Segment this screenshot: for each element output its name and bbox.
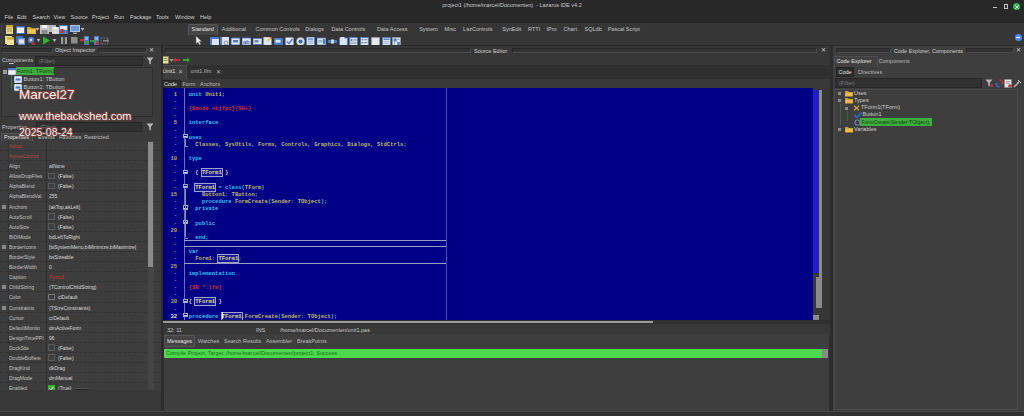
svg-text:ab: ab bbox=[243, 38, 250, 44]
